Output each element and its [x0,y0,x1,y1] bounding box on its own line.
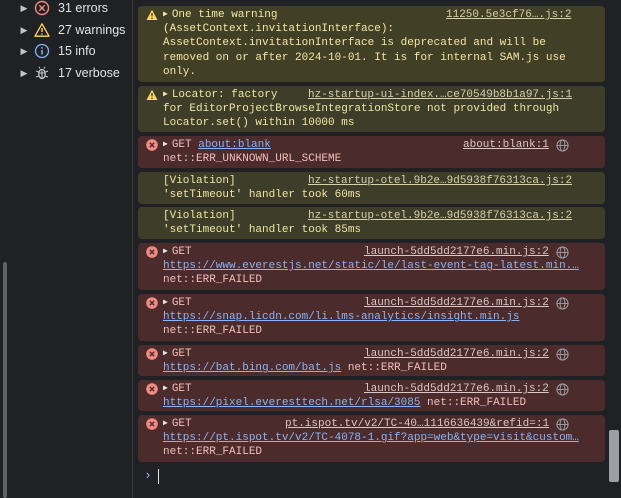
message-text: GET [171,383,192,395]
error-icon [146,246,158,258]
message-text: net::ERR_FAILED [163,274,263,287]
source-link[interactable]: pt.ispot.tv/v2/TC-40…1116636439&refid=:1 [285,417,549,431]
expand-triangle-icon[interactable]: ▶ [163,296,168,310]
warning-icon [34,22,50,38]
console-messages: ▶ One time warning (AssetContext.invitati… [134,0,621,498]
warning-icon [146,9,158,21]
expand-triangle-icon[interactable]: ▶ [163,138,168,152]
network-globe-icon[interactable] [556,246,569,259]
console-message-error[interactable]: ▶ GET https://www.everestjs.net/static/le… [138,243,605,290]
request-url-link[interactable]: https://pixel.everesttech.net/rlsa/3085 [163,397,420,409]
message-text: AssetContext.invitationInterface is depr… [163,37,546,50]
message-text: GET [171,348,192,360]
source-link[interactable]: launch-5dd5dd2177e6.min.js:2 [364,296,549,310]
console-input[interactable]: › [134,465,609,489]
console-message-warning[interactable]: ▶ One time warning (AssetContext.invitati… [138,6,605,82]
expand-triangle-icon[interactable]: ▶ [163,417,168,431]
sidebar-item-label: 15 info [58,44,96,58]
request-url-link[interactable]: https://www.everestjs.net/static/le/last… [163,260,579,272]
expand-triangle-icon[interactable]: ▶ [163,382,168,396]
console-scrollbar[interactable] [609,430,619,482]
sidebar-item-info[interactable]: ▶ 15 info [0,40,133,62]
message-text: 'setTimeout' handler took 85ms [163,224,362,237]
source-link[interactable]: hz-startup-otel.9b2e…9d5938f76313ca.js:2 [308,174,572,188]
prompt-chevron-icon: › [144,468,152,483]
expand-arrow-icon[interactable]: ▶ [19,46,29,57]
network-globe-icon[interactable] [556,139,569,152]
console-message-error[interactable]: ▶ GET https://pixel.everesttech.net/rlsa/… [138,380,605,411]
message-text: net::ERR_FAILED [163,446,263,459]
message-text: GET [171,246,192,258]
message-text: GET [171,418,192,430]
message-text: net::ERR_UNKNOWN_URL_SCHEME [163,153,342,166]
expand-triangle-icon[interactable]: ▶ [163,8,168,22]
message-text: One time warning [171,9,278,21]
error-icon [146,297,158,309]
source-link[interactable]: 11250.5e3cf76….js:2 [446,8,571,22]
network-globe-icon[interactable] [556,418,569,431]
source-link[interactable]: hz-startup-ui-index.…ce70549b8b1a97.js:1 [308,88,572,102]
message-text: Locator.set() within 10000 ms [163,117,355,130]
console-message-warning[interactable]: ▶ Locator: factory for EditorProjectBrows… [138,86,605,132]
sidebar-item-label: 31 errors [58,1,109,15]
source-link[interactable]: launch-5dd5dd2177e6.min.js:2 [364,382,549,396]
request-url-link[interactable]: https://pt.ispot.tv/v2/TC-4078-1.gif?app… [163,432,579,444]
text-cursor [158,469,159,484]
console-message-error[interactable]: ▶ GET https://snap.licdn.com/li.lms-analy… [138,294,605,341]
bug-icon [34,65,50,81]
expand-arrow-icon[interactable]: ▶ [19,3,29,14]
request-url-link[interactable]: about:blank [198,139,271,151]
message-text: net::ERR_FAILED [420,397,527,410]
sidebar-item-warnings[interactable]: ▶ 27 warnings [0,19,133,41]
error-icon [34,0,50,16]
sidebar-item-errors[interactable]: ▶ 31 errors [0,0,133,19]
message-text: 'setTimeout' handler took 60ms [163,189,362,202]
source-link[interactable]: about:blank:1 [463,138,549,152]
console-message-violation[interactable]: [Violation] 'setTimeout' handler took 60… [138,172,605,204]
error-icon [146,418,158,430]
info-icon [34,43,50,59]
message-text: only. [163,65,197,78]
console-message-error[interactable]: ▶ GET https://bat.bing.com/bat.js net::ER… [138,345,605,376]
request-url-link[interactable]: https://bat.bing.com/bat.js [163,362,341,374]
message-text: [Violation] [163,175,236,187]
message-text: GET [171,139,199,151]
source-link[interactable]: launch-5dd5dd2177e6.min.js:2 [364,245,549,259]
message-text: (AssetContext.invitationInterface): [163,23,395,36]
console-sidebar: ▶ 31 errors ▶ 27 warnings ▶ 15 info ▶ 17… [0,0,133,498]
sidebar-item-label: 27 warnings [58,23,126,37]
console-message-error[interactable]: ▶ GET https://pt.ispot.tv/v2/TC-4078-1.gi… [138,415,605,462]
sidebar-scrollbar[interactable] [3,262,7,498]
message-text: net::ERR_FAILED [163,325,263,338]
error-icon [146,139,158,151]
expand-arrow-icon[interactable]: ▶ [19,68,29,79]
console-message-error[interactable]: ▶ GET about:blank net::ERR_UNKNOWN_URL_SC… [138,136,605,168]
message-text: Locator: factory [171,89,278,101]
source-link[interactable]: launch-5dd5dd2177e6.min.js:2 [364,347,549,361]
console-message-violation[interactable]: [Violation] 'setTimeout' handler took 85… [138,207,605,239]
expand-triangle-icon[interactable]: ▶ [163,347,168,361]
message-text: GET [171,297,192,309]
network-globe-icon[interactable] [556,383,569,396]
message-text: removed on or after 2024-10-01. It is fo… [163,51,566,64]
expand-arrow-icon[interactable]: ▶ [19,25,29,36]
sidebar-item-verbose[interactable]: ▶ 17 verbose [0,62,133,84]
error-icon [146,348,158,360]
message-text: for EditorProjectBrowseIntegrationStore … [163,103,560,116]
warning-icon [146,89,158,101]
expand-triangle-icon[interactable]: ▶ [163,88,168,102]
request-url-link[interactable]: https://snap.licdn.com/li.lms-analytics/… [163,311,519,323]
source-link[interactable]: hz-startup-otel.9b2e…9d5938f76313ca.js:2 [308,209,572,223]
network-globe-icon[interactable] [556,348,569,361]
error-icon [146,383,158,395]
expand-triangle-icon[interactable]: ▶ [163,245,168,259]
message-text: [Violation] [163,210,236,222]
network-globe-icon[interactable] [556,297,569,310]
sidebar-item-label: 17 verbose [58,66,120,80]
message-text: net::ERR_FAILED [341,362,447,375]
